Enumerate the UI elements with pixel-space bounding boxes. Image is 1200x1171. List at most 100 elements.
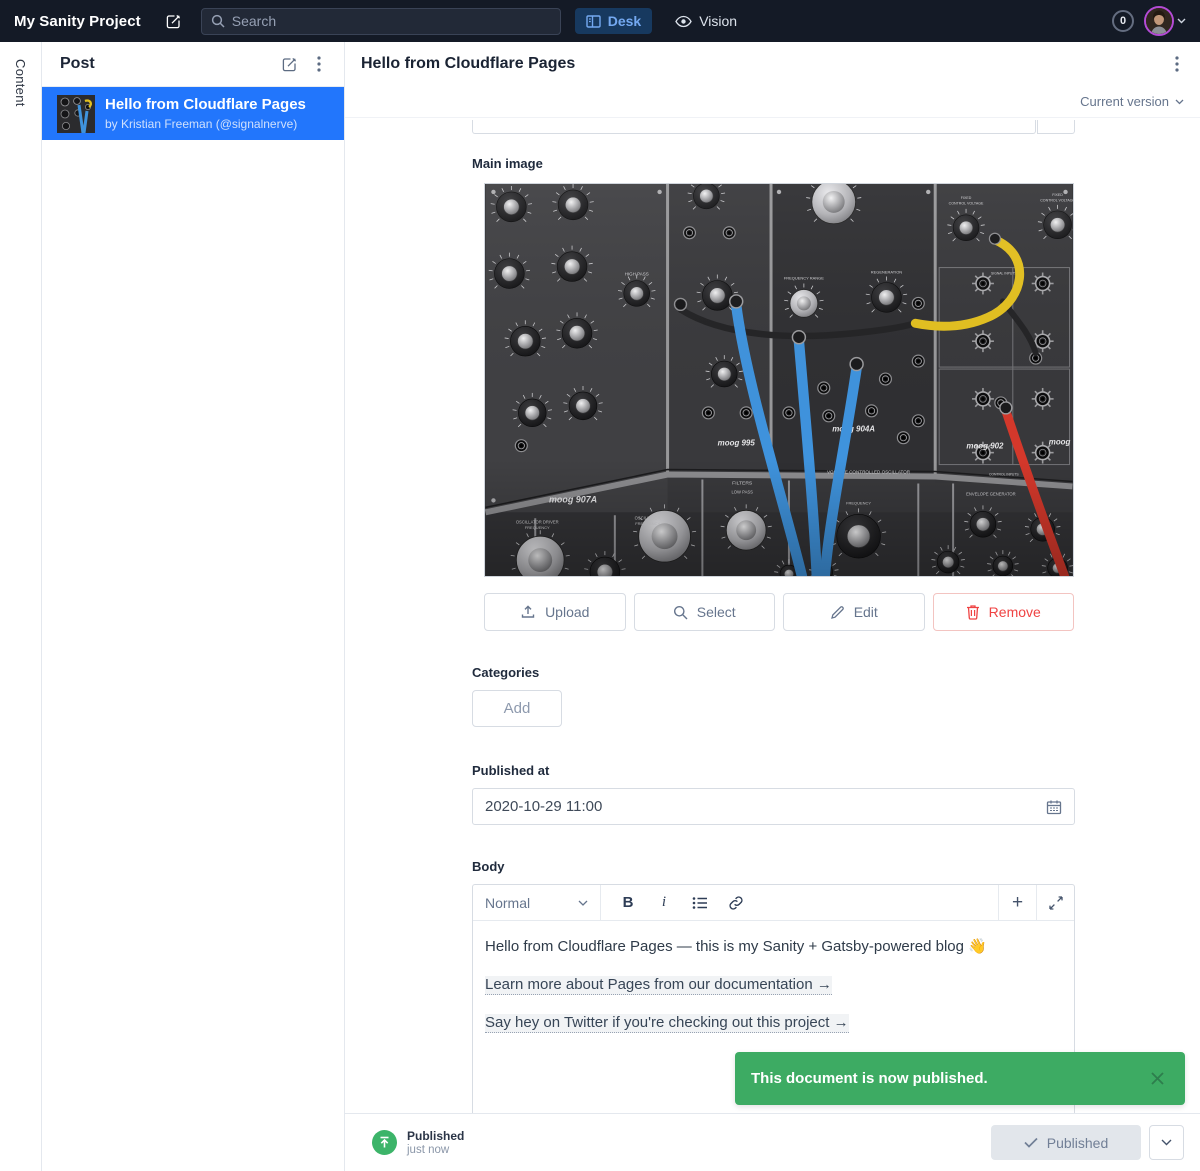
eye-icon bbox=[675, 15, 692, 28]
list-item-thumbnail bbox=[57, 95, 95, 133]
style-select-value: Normal bbox=[485, 895, 530, 911]
rail-label: Content bbox=[13, 59, 28, 1171]
publish-toast: This document is now published. bbox=[735, 1052, 1185, 1105]
insert-block-button[interactable]: + bbox=[998, 885, 1036, 920]
list-pane-title: Post bbox=[60, 55, 274, 73]
compose-icon bbox=[281, 56, 298, 73]
slug-generate-button[interactable] bbox=[1037, 120, 1075, 134]
remove-label: Remove bbox=[989, 604, 1041, 620]
body-paragraph-text: Hello from Cloudflare Pages — this is my… bbox=[485, 938, 968, 955]
footer-actions: Published bbox=[991, 1125, 1184, 1160]
version-row: Current version bbox=[345, 86, 1200, 118]
edit-button[interactable]: Edit bbox=[783, 593, 925, 631]
list-item-text: Hello from Cloudflare Pages by Kristian … bbox=[105, 96, 306, 131]
add-category-button[interactable]: Add bbox=[472, 690, 562, 727]
close-icon[interactable] bbox=[1145, 1067, 1169, 1091]
publish-status-title: Published bbox=[407, 1129, 464, 1143]
document-footer: Published just now Published bbox=[345, 1113, 1200, 1171]
main-image-label: Main image bbox=[472, 156, 1075, 171]
publish-status: Published just now bbox=[407, 1129, 464, 1156]
editor-toolbar: Normal B i bbox=[473, 885, 1074, 921]
global-search bbox=[201, 8, 561, 35]
chevron-down-icon bbox=[578, 900, 588, 906]
list-item[interactable]: Hello from Cloudflare Pages by Kristian … bbox=[42, 87, 344, 140]
navbar-right: 0 bbox=[1112, 6, 1186, 36]
pencil-icon bbox=[830, 605, 845, 620]
compose-button[interactable] bbox=[159, 6, 189, 36]
user-menu[interactable] bbox=[1144, 6, 1186, 36]
document-form: Main image bbox=[345, 118, 1200, 1113]
calendar-icon[interactable] bbox=[1046, 799, 1062, 815]
vertical-dots-icon bbox=[1175, 56, 1179, 72]
published-at-input[interactable] bbox=[485, 798, 1038, 815]
notifications-badge[interactable]: 0 bbox=[1112, 10, 1134, 32]
search-icon bbox=[211, 14, 225, 28]
publish-status-time: just now bbox=[407, 1144, 464, 1156]
upload-button[interactable]: Upload bbox=[484, 593, 626, 631]
image-actions: Upload Select Edit bbox=[484, 593, 1074, 631]
workspace: Content Post Hello from Cloudflare Pages bbox=[0, 42, 1200, 1171]
fullscreen-button[interactable] bbox=[1036, 885, 1074, 920]
published-at-field bbox=[472, 788, 1075, 825]
wave-emoji: 👋 bbox=[968, 938, 987, 955]
search-icon bbox=[673, 605, 688, 620]
tab-desk-label: Desk bbox=[608, 13, 641, 29]
format-buttons: B i bbox=[601, 885, 998, 920]
twitter-link[interactable]: Say hey on Twitter if you're checking ou… bbox=[485, 1014, 849, 1033]
link-button[interactable] bbox=[719, 889, 753, 917]
upload-icon bbox=[520, 604, 536, 620]
top-navbar: My Sanity Project Desk Vision 0 bbox=[0, 0, 1200, 42]
main-image-field: HIGH PASSFREQUENCY RANGEREGENERATIONFIXE… bbox=[484, 183, 1074, 631]
tab-desk[interactable]: Desk bbox=[575, 8, 652, 34]
edit-label: Edit bbox=[854, 604, 878, 620]
document-pane: Hello from Cloudflare Pages Current vers… bbox=[345, 42, 1200, 1171]
bullet-list-button[interactable] bbox=[683, 889, 717, 917]
list-pane-menu-button[interactable] bbox=[304, 49, 334, 79]
desk-icon bbox=[586, 14, 601, 29]
project-title: My Sanity Project bbox=[14, 13, 141, 30]
published-at-label: Published at bbox=[472, 763, 1075, 778]
synth-photo: HIGH PASSFREQUENCY RANGEREGENERATIONFIXE… bbox=[485, 184, 1073, 576]
upload-label: Upload bbox=[545, 604, 589, 620]
vertical-dots-icon bbox=[317, 56, 321, 72]
slug-field-cutoff bbox=[472, 120, 1075, 134]
tool-tabs: Desk Vision bbox=[575, 8, 748, 34]
new-document-button[interactable] bbox=[274, 49, 304, 79]
publish-menu-button[interactable] bbox=[1149, 1125, 1184, 1160]
body-content[interactable]: Hello from Cloudflare Pages — this is my… bbox=[473, 921, 1074, 1064]
body-paragraph: Say hey on Twitter if you're checking ou… bbox=[485, 1012, 1062, 1034]
document-menu-button[interactable] bbox=[1162, 49, 1192, 79]
version-selector[interactable]: Current version bbox=[1080, 94, 1169, 109]
bold-button[interactable]: B bbox=[611, 889, 645, 917]
list-item-subtitle: by Kristian Freeman (@signalnerve) bbox=[105, 117, 306, 131]
chevron-down-icon bbox=[1175, 99, 1184, 105]
publish-status-icon bbox=[372, 1130, 397, 1155]
check-icon bbox=[1024, 1137, 1038, 1148]
published-button-label: Published bbox=[1047, 1135, 1109, 1151]
content-rail: Content bbox=[0, 42, 42, 1171]
body-paragraph: Learn more about Pages from our document… bbox=[485, 974, 1062, 996]
chevron-down-icon bbox=[1177, 18, 1186, 24]
paragraph-style-select[interactable]: Normal bbox=[473, 885, 601, 920]
slug-input[interactable] bbox=[472, 120, 1036, 134]
body-label: Body bbox=[472, 859, 1075, 874]
italic-button[interactable]: i bbox=[647, 889, 681, 917]
tab-vision[interactable]: Vision bbox=[664, 8, 748, 34]
remove-button[interactable]: Remove bbox=[933, 593, 1075, 631]
documentation-link[interactable]: Learn more about Pages from our document… bbox=[485, 976, 832, 995]
trash-icon bbox=[966, 604, 980, 620]
avatar bbox=[1144, 6, 1174, 36]
body-paragraph: Hello from Cloudflare Pages — this is my… bbox=[485, 936, 1062, 958]
toast-message: This document is now published. bbox=[751, 1070, 1145, 1087]
main-image: HIGH PASSFREQUENCY RANGEREGENERATIONFIXE… bbox=[484, 183, 1074, 577]
published-button[interactable]: Published bbox=[991, 1125, 1141, 1160]
document-list-pane: Post Hello from Cloudflare Pages by Kris… bbox=[42, 42, 345, 1171]
categories-label: Categories bbox=[472, 665, 1075, 680]
select-label: Select bbox=[697, 604, 736, 620]
compose-icon bbox=[165, 13, 182, 30]
chevron-down-icon bbox=[1161, 1139, 1172, 1146]
search-input[interactable] bbox=[232, 13, 551, 29]
list-item-title: Hello from Cloudflare Pages bbox=[105, 96, 306, 115]
select-button[interactable]: Select bbox=[634, 593, 776, 631]
document-header: Hello from Cloudflare Pages bbox=[345, 42, 1200, 86]
